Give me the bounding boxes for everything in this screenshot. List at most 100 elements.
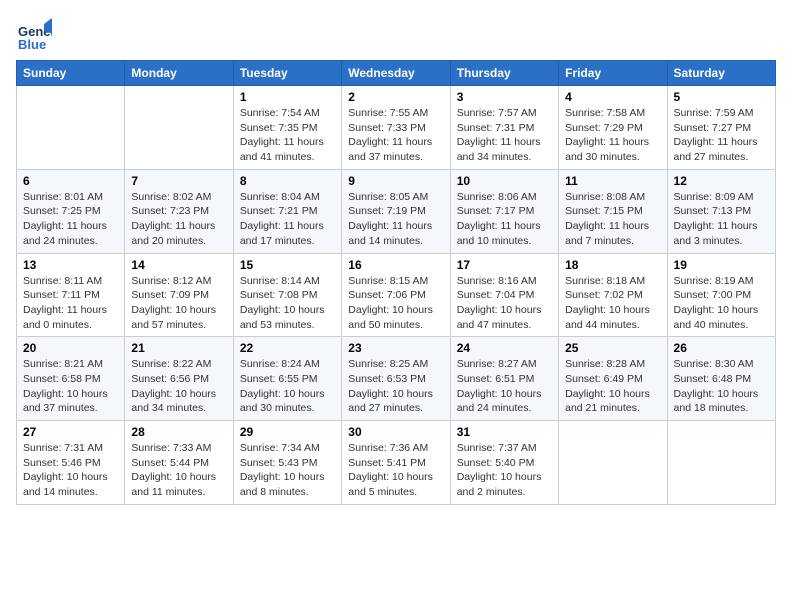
day-info: Sunrise: 8:25 AMSunset: 6:53 PMDaylight:…	[348, 357, 443, 416]
day-number: 10	[457, 174, 552, 188]
calendar-day-header: Tuesday	[233, 61, 341, 86]
calendar-cell: 18 Sunrise: 8:18 AMSunset: 7:02 PMDayligh…	[559, 253, 667, 337]
day-number: 26	[674, 341, 769, 355]
calendar-cell	[125, 86, 233, 170]
day-info: Sunrise: 7:34 AMSunset: 5:43 PMDaylight:…	[240, 441, 335, 500]
day-number: 9	[348, 174, 443, 188]
day-number: 17	[457, 258, 552, 272]
calendar-week-row: 27 Sunrise: 7:31 AMSunset: 5:46 PMDayligh…	[17, 421, 776, 505]
day-number: 2	[348, 90, 443, 104]
calendar-cell: 4 Sunrise: 7:58 AMSunset: 7:29 PMDaylight…	[559, 86, 667, 170]
day-number: 31	[457, 425, 552, 439]
day-info: Sunrise: 7:58 AMSunset: 7:29 PMDaylight:…	[565, 106, 660, 165]
header: General Blue	[16, 16, 776, 52]
day-info: Sunrise: 8:22 AMSunset: 6:56 PMDaylight:…	[131, 357, 226, 416]
calendar-cell: 19 Sunrise: 8:19 AMSunset: 7:00 PMDayligh…	[667, 253, 775, 337]
calendar-cell: 29 Sunrise: 7:34 AMSunset: 5:43 PMDayligh…	[233, 421, 341, 505]
calendar-cell: 17 Sunrise: 8:16 AMSunset: 7:04 PMDayligh…	[450, 253, 558, 337]
day-number: 28	[131, 425, 226, 439]
day-info: Sunrise: 7:59 AMSunset: 7:27 PMDaylight:…	[674, 106, 769, 165]
calendar-cell: 1 Sunrise: 7:54 AMSunset: 7:35 PMDaylight…	[233, 86, 341, 170]
day-number: 12	[674, 174, 769, 188]
calendar-cell: 13Sunrise: 8:11 AMSunset: 7:11 PMDayligh…	[17, 253, 125, 337]
calendar-cell: 6 Sunrise: 8:01 AMSunset: 7:25 PMDaylight…	[17, 169, 125, 253]
calendar-cell: 3Sunrise: 7:57 AMSunset: 7:31 PMDaylight…	[450, 86, 558, 170]
day-info: Sunrise: 8:28 AMSunset: 6:49 PMDaylight:…	[565, 357, 660, 416]
day-number: 6	[23, 174, 118, 188]
calendar-day-header: Saturday	[667, 61, 775, 86]
calendar-cell	[559, 421, 667, 505]
calendar-cell: 16 Sunrise: 8:15 AMSunset: 7:06 PMDayligh…	[342, 253, 450, 337]
day-number: 23	[348, 341, 443, 355]
calendar-week-row: 20 Sunrise: 8:21 AMSunset: 6:58 PMDayligh…	[17, 337, 776, 421]
logo-icon: General Blue	[16, 16, 52, 52]
calendar-cell: 24 Sunrise: 8:27 AMSunset: 6:51 PMDayligh…	[450, 337, 558, 421]
calendar-cell: 26 Sunrise: 8:30 AMSunset: 6:48 PMDayligh…	[667, 337, 775, 421]
calendar-cell: 7Sunrise: 8:02 AMSunset: 7:23 PMDaylight…	[125, 169, 233, 253]
day-info: Sunrise: 8:08 AMSunset: 7:15 PMDaylight:…	[565, 190, 660, 249]
calendar-cell: 5 Sunrise: 7:59 AMSunset: 7:27 PMDaylight…	[667, 86, 775, 170]
day-number: 16	[348, 258, 443, 272]
day-number: 4	[565, 90, 660, 104]
day-number: 22	[240, 341, 335, 355]
day-number: 21	[131, 341, 226, 355]
day-number: 24	[457, 341, 552, 355]
day-number: 20	[23, 341, 118, 355]
day-info: Sunrise: 7:37 AMSunset: 5:40 PMDaylight:…	[457, 441, 552, 500]
calendar-week-row: 13Sunrise: 8:11 AMSunset: 7:11 PMDayligh…	[17, 253, 776, 337]
calendar-cell: 23 Sunrise: 8:25 AMSunset: 6:53 PMDayligh…	[342, 337, 450, 421]
calendar-cell: 28 Sunrise: 7:33 AMSunset: 5:44 PMDayligh…	[125, 421, 233, 505]
calendar-cell	[17, 86, 125, 170]
calendar-cell: 9 Sunrise: 8:05 AMSunset: 7:19 PMDaylight…	[342, 169, 450, 253]
day-info: Sunrise: 8:24 AMSunset: 6:55 PMDaylight:…	[240, 357, 335, 416]
svg-text:Blue: Blue	[18, 37, 46, 52]
calendar-cell: 11Sunrise: 8:08 AMSunset: 7:15 PMDayligh…	[559, 169, 667, 253]
day-number: 29	[240, 425, 335, 439]
day-number: 19	[674, 258, 769, 272]
calendar-cell: 21 Sunrise: 8:22 AMSunset: 6:56 PMDayligh…	[125, 337, 233, 421]
day-info: Sunrise: 8:18 AMSunset: 7:02 PMDaylight:…	[565, 274, 660, 333]
calendar-cell: 27 Sunrise: 7:31 AMSunset: 5:46 PMDayligh…	[17, 421, 125, 505]
calendar-week-row: 6 Sunrise: 8:01 AMSunset: 7:25 PMDaylight…	[17, 169, 776, 253]
calendar-cell: 12Sunrise: 8:09 AMSunset: 7:13 PMDayligh…	[667, 169, 775, 253]
day-number: 15	[240, 258, 335, 272]
calendar-day-header: Thursday	[450, 61, 558, 86]
day-info: Sunrise: 7:55 AMSunset: 7:33 PMDaylight:…	[348, 106, 443, 165]
calendar-cell: 8Sunrise: 8:04 AMSunset: 7:21 PMDaylight…	[233, 169, 341, 253]
calendar-day-header: Friday	[559, 61, 667, 86]
day-info: Sunrise: 8:12 AMSunset: 7:09 PMDaylight:…	[131, 274, 226, 333]
day-info: Sunrise: 8:01 AMSunset: 7:25 PMDaylight:…	[23, 190, 118, 249]
calendar-table: SundayMondayTuesdayWednesdayThursdayFrid…	[16, 60, 776, 505]
day-info: Sunrise: 8:02 AMSunset: 7:23 PMDaylight:…	[131, 190, 226, 249]
day-info: Sunrise: 8:21 AMSunset: 6:58 PMDaylight:…	[23, 357, 118, 416]
calendar-cell: 14 Sunrise: 8:12 AMSunset: 7:09 PMDayligh…	[125, 253, 233, 337]
calendar-day-header: Wednesday	[342, 61, 450, 86]
day-number: 14	[131, 258, 226, 272]
day-number: 3	[457, 90, 552, 104]
day-info: Sunrise: 8:27 AMSunset: 6:51 PMDaylight:…	[457, 357, 552, 416]
calendar-week-row: 1 Sunrise: 7:54 AMSunset: 7:35 PMDaylight…	[17, 86, 776, 170]
day-info: Sunrise: 8:05 AMSunset: 7:19 PMDaylight:…	[348, 190, 443, 249]
calendar-cell: 2 Sunrise: 7:55 AMSunset: 7:33 PMDaylight…	[342, 86, 450, 170]
day-info: Sunrise: 7:33 AMSunset: 5:44 PMDaylight:…	[131, 441, 226, 500]
day-info: Sunrise: 8:15 AMSunset: 7:06 PMDaylight:…	[348, 274, 443, 333]
day-info: Sunrise: 7:36 AMSunset: 5:41 PMDaylight:…	[348, 441, 443, 500]
calendar-header-row: SundayMondayTuesdayWednesdayThursdayFrid…	[17, 61, 776, 86]
day-number: 27	[23, 425, 118, 439]
day-info: Sunrise: 8:30 AMSunset: 6:48 PMDaylight:…	[674, 357, 769, 416]
day-number: 1	[240, 90, 335, 104]
day-number: 13	[23, 258, 118, 272]
calendar-cell: 10Sunrise: 8:06 AMSunset: 7:17 PMDayligh…	[450, 169, 558, 253]
day-info: Sunrise: 8:19 AMSunset: 7:00 PMDaylight:…	[674, 274, 769, 333]
day-number: 18	[565, 258, 660, 272]
day-info: Sunrise: 8:16 AMSunset: 7:04 PMDaylight:…	[457, 274, 552, 333]
calendar-cell: 22 Sunrise: 8:24 AMSunset: 6:55 PMDayligh…	[233, 337, 341, 421]
day-number: 5	[674, 90, 769, 104]
day-info: Sunrise: 7:54 AMSunset: 7:35 PMDaylight:…	[240, 106, 335, 165]
day-number: 25	[565, 341, 660, 355]
calendar-cell: 31 Sunrise: 7:37 AMSunset: 5:40 PMDayligh…	[450, 421, 558, 505]
day-info: Sunrise: 7:31 AMSunset: 5:46 PMDaylight:…	[23, 441, 118, 500]
day-info: Sunrise: 8:14 AMSunset: 7:08 PMDaylight:…	[240, 274, 335, 333]
day-number: 30	[348, 425, 443, 439]
calendar-cell: 25 Sunrise: 8:28 AMSunset: 6:49 PMDayligh…	[559, 337, 667, 421]
